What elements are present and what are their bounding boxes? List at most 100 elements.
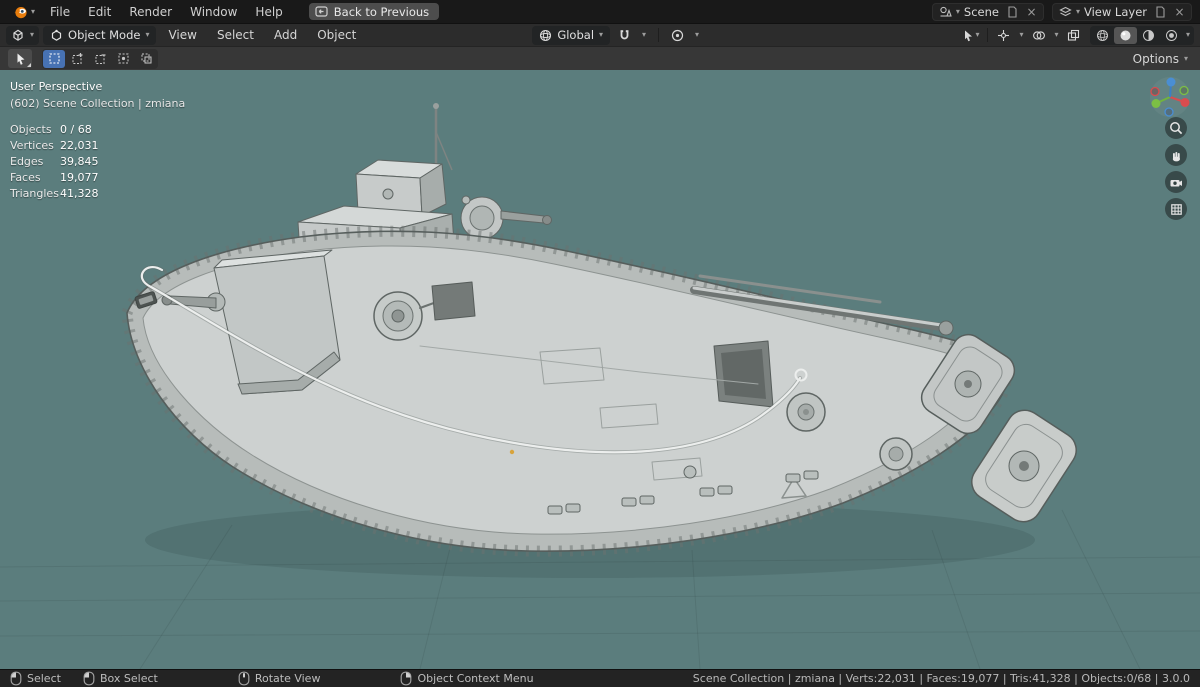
- wireframe-sphere-icon: [1096, 29, 1108, 41]
- select-mode-intersect[interactable]: [135, 50, 157, 68]
- select-mode-set[interactable]: [43, 49, 65, 68]
- menu-help[interactable]: Help: [247, 3, 290, 21]
- rendered-sphere-icon: [1165, 29, 1177, 41]
- select-set-icon: [48, 53, 60, 64]
- select-mode-subtract[interactable]: [89, 50, 111, 68]
- select-mode-group: [42, 48, 158, 69]
- material-sphere-icon: [1142, 29, 1154, 41]
- hint-select: Select: [10, 671, 61, 686]
- remove-view-layer-button[interactable]: ×: [1172, 4, 1187, 19]
- gizmo-dropdown[interactable]: ▾: [1016, 26, 1027, 45]
- select-mode-invert[interactable]: [112, 50, 134, 68]
- scene-icon: [939, 5, 952, 18]
- xray-toggle[interactable]: [1064, 26, 1084, 45]
- new-view-layer-button[interactable]: [1153, 4, 1168, 19]
- overlays-icon: [1033, 30, 1045, 40]
- collection-label: (602) Scene Collection | zmiana: [10, 97, 186, 110]
- menu-view[interactable]: View: [160, 26, 204, 44]
- chevron-down-icon: ▾: [1019, 30, 1024, 39]
- stat-objects: Objects 0 / 68: [10, 123, 92, 136]
- chevron-down-icon: ▾: [955, 6, 960, 16]
- viewport-header: ▾ Object Mode ▾ View Select Add Object G…: [0, 23, 1200, 46]
- menu-object[interactable]: Object: [309, 26, 364, 44]
- unlink-scene-button[interactable]: ×: [1024, 4, 1039, 19]
- perspective-label: User Perspective: [10, 80, 103, 93]
- proportional-falloff-dropdown[interactable]: ▾: [691, 26, 703, 45]
- new-scene-button[interactable]: [1005, 4, 1020, 19]
- header-separator: [986, 28, 988, 42]
- object-visibility-dropdown[interactable]: ▾: [961, 26, 981, 45]
- back-to-previous-button[interactable]: Back to Previous: [308, 3, 440, 20]
- chevron-down-icon: ▾: [599, 30, 604, 39]
- chevron-down-icon: ▾: [695, 30, 700, 39]
- pan-button[interactable]: [1165, 144, 1187, 166]
- view-layer-icon: [1059, 5, 1072, 18]
- proportional-editing-toggle[interactable]: [667, 26, 687, 45]
- chevron-down-icon: ▾: [1054, 30, 1059, 39]
- viewport-3d[interactable]: User Perspective (602) Scene Collection …: [0, 70, 1200, 669]
- mode-selector-label: Object Mode: [68, 28, 141, 42]
- chevron-down-icon: ▾: [30, 30, 35, 39]
- gizmo-x-neg: [1150, 86, 1160, 97]
- show-gizmo-toggle[interactable]: [994, 26, 1014, 45]
- select-extend-icon: [72, 53, 82, 64]
- scene-dropdown[interactable]: ▾ Scene: [937, 5, 1001, 19]
- chevron-down-icon: ▾: [31, 6, 36, 16]
- shading-dropdown[interactable]: ▾: [1183, 31, 1193, 39]
- ortho-toggle-button[interactable]: [1165, 198, 1187, 220]
- hint-context-menu: Object Context Menu: [400, 671, 534, 686]
- editor-3d-viewport-icon: [11, 28, 25, 42]
- select-invert-icon: [118, 53, 128, 64]
- camera-icon: [1170, 179, 1182, 186]
- xray-icon: [1068, 29, 1080, 41]
- cursor-arrow-icon: [17, 53, 24, 65]
- mode-selector[interactable]: Object Mode ▾: [43, 25, 157, 45]
- active-tool-select-box[interactable]: [8, 49, 32, 68]
- stat-faces: Faces 19,077: [10, 171, 99, 184]
- chevron-down-icon: ▾: [642, 30, 647, 39]
- magnifier-icon: [1170, 122, 1183, 135]
- tool-header: Options ▾: [0, 46, 1200, 70]
- gizmo-y-neg: [1179, 85, 1189, 96]
- shading-material-button[interactable]: [1137, 27, 1160, 44]
- view-layer-dropdown[interactable]: ▾ View Layer: [1057, 5, 1149, 19]
- magnet-icon: [620, 29, 628, 39]
- scene-name: Scene: [963, 4, 999, 19]
- gizmo-y-axis: [1151, 99, 1161, 108]
- shading-wireframe-button[interactable]: [1091, 27, 1114, 44]
- tool-corner-indicator: [27, 63, 31, 67]
- options-label: Options: [1132, 51, 1179, 66]
- object-mode-icon: [50, 29, 63, 42]
- overlays-dropdown[interactable]: ▾: [1051, 26, 1062, 45]
- pointer-icon: [965, 30, 973, 41]
- stat-edges: Edges 39,845: [10, 155, 99, 168]
- back-icon: [315, 6, 328, 17]
- proportional-icon: [671, 29, 683, 41]
- editor-type-selector[interactable]: ▾: [6, 25, 40, 45]
- menu-edit[interactable]: Edit: [80, 3, 119, 21]
- snap-settings-dropdown[interactable]: ▾: [638, 26, 650, 45]
- show-overlays-toggle[interactable]: [1029, 26, 1049, 45]
- shading-solid-button[interactable]: [1113, 26, 1137, 44]
- tool-options[interactable]: Options ▾: [1133, 52, 1192, 66]
- menu-add[interactable]: Add: [266, 26, 305, 44]
- gizmo-z-neg: [1164, 107, 1174, 117]
- menu-file[interactable]: File: [42, 3, 78, 21]
- view-layer-name: View Layer: [1083, 4, 1147, 19]
- hint-rotate-view: Rotate View: [238, 671, 320, 686]
- blender-menu-button[interactable]: ▾: [8, 4, 40, 19]
- snap-toggle-button[interactable]: [614, 26, 634, 45]
- menu-render[interactable]: Render: [121, 3, 180, 21]
- header-right-cluster: ▾ ▾ ▾ ▾: [961, 25, 1194, 45]
- mouse-right-icon: [401, 671, 412, 686]
- navigation-gizmo[interactable]: [1148, 75, 1192, 119]
- camera-view-button[interactable]: [1165, 171, 1187, 193]
- select-mode-extend[interactable]: [66, 50, 88, 68]
- shading-rendered-button[interactable]: [1160, 27, 1183, 44]
- menu-select[interactable]: Select: [209, 26, 262, 44]
- menu-window[interactable]: Window: [182, 3, 245, 21]
- transform-orientation-selector[interactable]: Global ▾: [532, 25, 611, 45]
- header-separator: [658, 28, 660, 42]
- hand-icon: [1172, 151, 1180, 161]
- zoom-button[interactable]: [1165, 117, 1187, 139]
